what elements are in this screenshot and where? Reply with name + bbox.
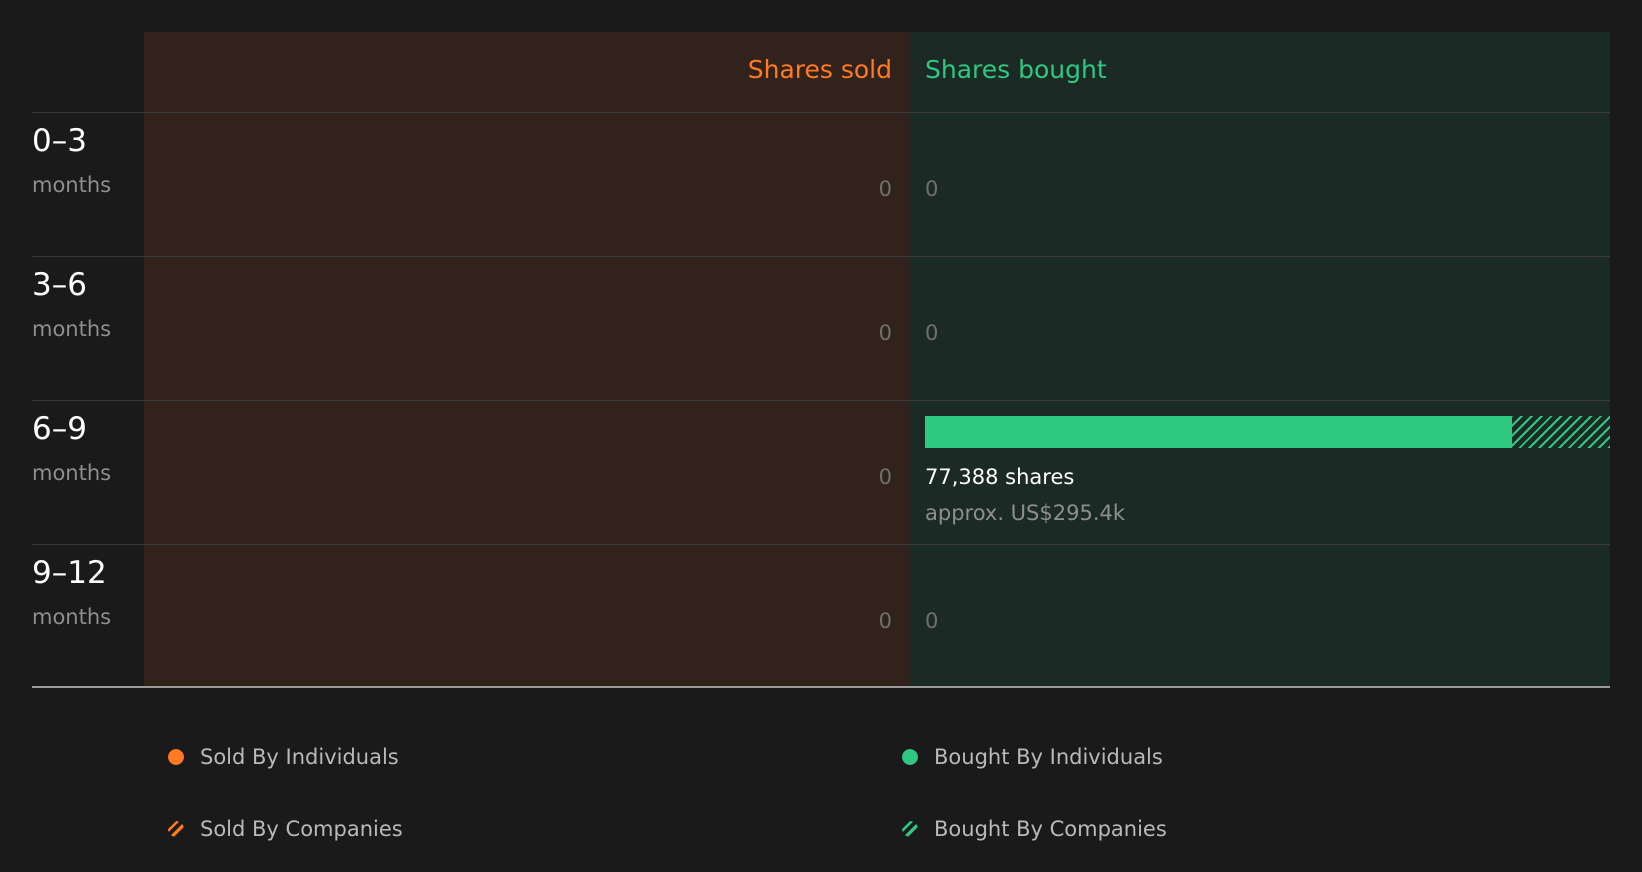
legend-sold-by-individuals[interactable]: Sold By Individuals: [168, 744, 399, 770]
legend-label: Sold By Companies: [200, 817, 403, 841]
shares-sold-header: Shares sold: [747, 55, 892, 84]
legend-sold-by-companies[interactable]: Sold By Companies: [168, 816, 403, 842]
row-range-label: 0–3: [32, 123, 87, 159]
row-range-label: 6–9: [32, 411, 87, 447]
bought-value-total: approx. US$295.4k: [925, 501, 1126, 525]
legend-bought-by-companies[interactable]: Bought By Companies: [902, 816, 1167, 842]
solid-circle-icon: [168, 749, 184, 765]
legend-bought-by-individuals[interactable]: Bought By Individuals: [902, 744, 1163, 770]
row-unit-label: months: [32, 605, 112, 629]
solid-circle-icon: [902, 749, 918, 765]
row-unit-label: months: [32, 461, 112, 485]
bought-value-label: 0: [925, 609, 939, 633]
row-divider: [32, 400, 1610, 401]
bought-shares-total: 77,388 shares: [925, 465, 1075, 489]
sold-value-label: 0: [878, 177, 892, 201]
sold-panel: [144, 32, 909, 686]
hatched-circle-icon: [168, 821, 184, 837]
bought-panel: [909, 32, 1610, 686]
row-range-label: 3–6: [32, 267, 87, 303]
bar-bought-by-companies[interactable]: [1512, 416, 1610, 448]
hatched-circle-icon: [902, 821, 918, 837]
bought-value-label: 0: [925, 321, 939, 345]
sold-value-label: 0: [878, 609, 892, 633]
sold-value-label: 0: [878, 321, 892, 345]
row-unit-label: months: [32, 173, 112, 197]
bought-value-label: 0: [925, 177, 939, 201]
bar-bought-by-individuals[interactable]: [925, 416, 1512, 448]
legend-label: Sold By Individuals: [200, 745, 399, 769]
legend-label: Bought By Individuals: [934, 745, 1163, 769]
row-unit-label: months: [32, 317, 112, 341]
row-range-label: 9–12: [32, 555, 107, 591]
row-divider: [32, 256, 1610, 257]
legend-label: Bought By Companies: [934, 817, 1167, 841]
sold-value-label: 0: [878, 465, 892, 489]
baseline-axis: [32, 686, 1610, 688]
shares-bought-header: Shares bought: [925, 55, 1107, 84]
row-divider: [32, 544, 1610, 545]
row-divider: [32, 112, 1610, 113]
